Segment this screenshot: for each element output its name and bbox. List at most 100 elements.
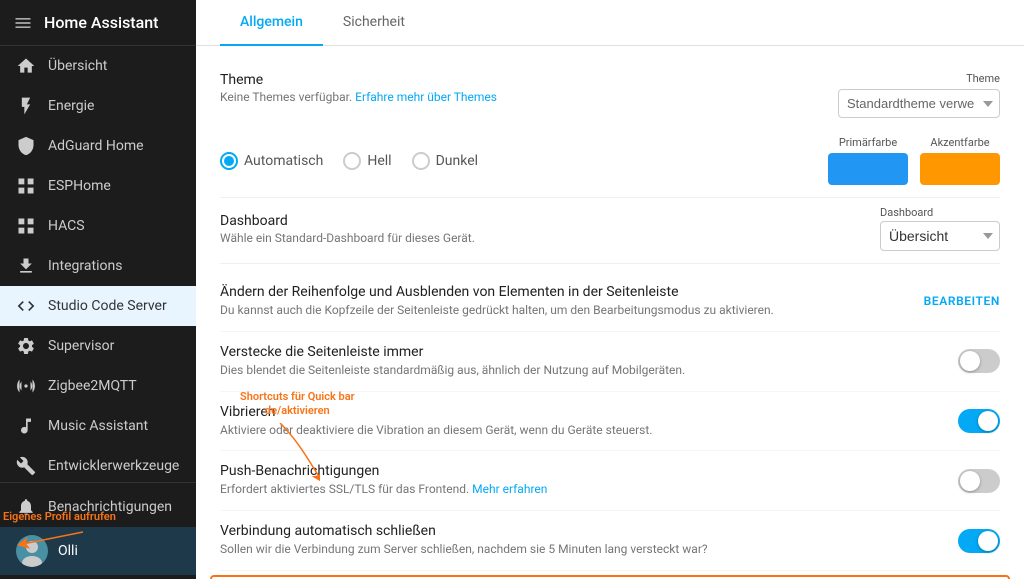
theme-select-label: Theme [966, 72, 1000, 85]
radio-automatisch[interactable]: Automatisch [220, 152, 323, 170]
sidebar-order-desc: Du kannst auch die Kopfzeile der Seitenl… [220, 302, 912, 319]
radio-label-hell: Hell [367, 153, 391, 169]
sidebar-item-benachrichtigungen[interactable]: Benachrichtigungen [0, 487, 196, 527]
home-icon [16, 56, 36, 76]
vibration-text: Vibrieren Aktiviere oder deaktiviere die… [220, 404, 946, 439]
code-icon [16, 296, 36, 316]
theme-section: Theme Keine Themes verfügbar. Erfahre me… [220, 62, 1000, 185]
sidebar-item-label: ESPHome [48, 178, 111, 194]
sidebar-item-label: Studio Code Server [48, 298, 167, 314]
radio-hell[interactable]: Hell [343, 152, 391, 170]
auto-close-text: Verbindung automatisch schließen Sollen … [220, 523, 946, 558]
sidebar-item-esphome[interactable]: ESPHome [0, 166, 196, 206]
hide-sidebar-text: Verstecke die Seitenleiste immer Dies bl… [220, 344, 946, 379]
push-notifications-desc-text: Erfordert aktiviertes SSL/TLS für das Fr… [220, 482, 469, 496]
zigbee-icon [16, 376, 36, 396]
sidebar-title: Home Assistant [44, 13, 159, 32]
bolt-icon [16, 96, 36, 116]
sidebar-item-supervisor[interactable]: Supervisor [0, 326, 196, 366]
content-area: Theme Keine Themes verfügbar. Erfahre me… [196, 46, 1024, 579]
sidebar-order-text: Ändern der Reihenfolge und Ausblenden vo… [220, 284, 912, 319]
primary-color-label: Primärfarbe [839, 136, 897, 149]
hide-sidebar-title: Verstecke die Seitenleiste immer [220, 344, 946, 360]
theme-select[interactable]: Standardtheme verwe [838, 89, 1000, 118]
auto-close-desc: Sollen wir die Verbindung zum Server sch… [220, 541, 946, 558]
bell-icon [16, 497, 36, 517]
sidebar: Home Assistant Übersicht Energie AdGuard… [0, 0, 196, 579]
sidebar-header: Home Assistant [0, 0, 196, 46]
music-icon [16, 416, 36, 436]
puzzle-icon [16, 256, 36, 276]
sidebar-item-label: Supervisor [48, 338, 114, 354]
push-notifications-text: Push-Benachrichtigungen Erfordert aktivi… [220, 463, 946, 498]
primary-color-swatch[interactable] [828, 153, 908, 185]
tools-icon [16, 456, 36, 476]
push-notifications-toggle[interactable] [958, 469, 1000, 493]
menu-icon[interactable] [12, 12, 34, 34]
sidebar-item-integrations[interactable]: Integrations [0, 246, 196, 286]
dashboard-section: Dashboard Wähle ein Standard-Dashboard f… [220, 206, 1000, 251]
theme-title: Theme [220, 72, 497, 88]
sidebar-item-energie[interactable]: Energie [0, 86, 196, 126]
shortcuts-row: Tastaturkürzel Aktiviere oder deaktivier… [210, 575, 1010, 579]
vibration-row: Vibrieren Aktiviere oder deaktiviere die… [220, 392, 1000, 452]
push-notifications-row: Push-Benachrichtigungen Erfordert aktivi… [220, 451, 1000, 511]
sidebar-item-hacs[interactable]: HACS [0, 206, 196, 246]
accent-color-label: Akzentfarbe [930, 136, 989, 149]
sidebar-item-music-assistant[interactable]: Music Assistant [0, 406, 196, 446]
sidebar-item-label: Benachrichtigungen [48, 499, 172, 515]
vibration-title: Vibrieren [220, 404, 946, 420]
main-content: Allgemein Sicherheit Theme Keine Themes … [196, 0, 1024, 579]
dashboard-select-wrap: Dashboard Übersicht [880, 206, 1000, 251]
sidebar-item-label: Zigbee2MQTT [48, 378, 137, 394]
vibration-toggle[interactable] [958, 409, 1000, 433]
sidebar-item-label: AdGuard Home [48, 138, 144, 154]
sidebar-item-uebersicht[interactable]: Übersicht [0, 46, 196, 86]
gear-icon [16, 336, 36, 356]
sidebar-order-title: Ändern der Reihenfolge und Ausblenden vo… [220, 284, 912, 300]
sidebar-item-label: Entwicklerwerkzeuge [48, 458, 179, 474]
sidebar-item-label: Übersicht [48, 58, 107, 74]
sidebar-item-adguard[interactable]: AdGuard Home [0, 126, 196, 166]
radio-circle-hell [343, 152, 361, 170]
sidebar-bottom: Benachrichtigungen Olli [0, 482, 196, 579]
vibration-desc: Aktiviere oder deaktiviere die Vibration… [220, 422, 946, 439]
dashboard-title: Dashboard [220, 213, 475, 229]
radio-row: Automatisch Hell Dunkel Primärfarbe [220, 136, 1000, 185]
radio-label-dunkel: Dunkel [436, 153, 478, 169]
hide-sidebar-row: Verstecke die Seitenleiste immer Dies bl… [220, 332, 1000, 392]
radio-dunkel[interactable]: Dunkel [412, 152, 478, 170]
sidebar-item-studio-code[interactable]: Studio Code Server [0, 286, 196, 326]
radio-circle-dunkel [412, 152, 430, 170]
dashboard-select-label: Dashboard [880, 206, 1000, 219]
sidebar-item-label: Energie [48, 98, 94, 114]
sidebar-item-zigbee2mqtt[interactable]: Zigbee2MQTT [0, 366, 196, 406]
sidebar-order-row: Ändern der Reihenfolge und Ausblenden vo… [220, 272, 1000, 332]
radio-label-automatisch: Automatisch [244, 153, 323, 169]
tab-allgemein[interactable]: Allgemein [220, 0, 323, 46]
avatar [16, 535, 48, 567]
push-notifications-desc: Erfordert aktiviertes SSL/TLS für das Fr… [220, 481, 946, 498]
radio-circle-automatisch [220, 152, 238, 170]
tabs-bar: Allgemein Sicherheit [196, 0, 1024, 46]
theme-desc: Keine Themes verfügbar. Erfahre mehr übe… [220, 90, 497, 104]
shield-icon [16, 136, 36, 156]
push-notifications-link[interactable]: Mehr erfahren [472, 482, 547, 496]
accent-color-wrap: Akzentfarbe [920, 136, 1000, 185]
push-notifications-title: Push-Benachrichtigungen [220, 463, 946, 479]
sidebar-profile[interactable]: Olli [0, 527, 196, 575]
auto-close-row: Verbindung automatisch schließen Sollen … [220, 511, 1000, 571]
theme-link[interactable]: Erfahre mehr über Themes [355, 90, 497, 104]
sidebar-item-label: Integrations [48, 258, 122, 274]
grid-icon [16, 176, 36, 196]
sidebar-order-edit-button[interactable]: BEARBEITEN [924, 294, 1000, 308]
hide-sidebar-toggle[interactable] [958, 349, 1000, 373]
tab-sicherheit[interactable]: Sicherheit [323, 0, 425, 46]
auto-close-toggle[interactable] [958, 529, 1000, 553]
sidebar-item-entwickler[interactable]: Entwicklerwerkzeuge [0, 446, 196, 482]
hide-sidebar-desc: Dies blendet die Seitenleiste standardmä… [220, 362, 946, 379]
auto-close-title: Verbindung automatisch schließen [220, 523, 946, 539]
primary-color-wrap: Primärfarbe [828, 136, 908, 185]
dashboard-select[interactable]: Übersicht [880, 221, 1000, 251]
accent-color-swatch[interactable] [920, 153, 1000, 185]
